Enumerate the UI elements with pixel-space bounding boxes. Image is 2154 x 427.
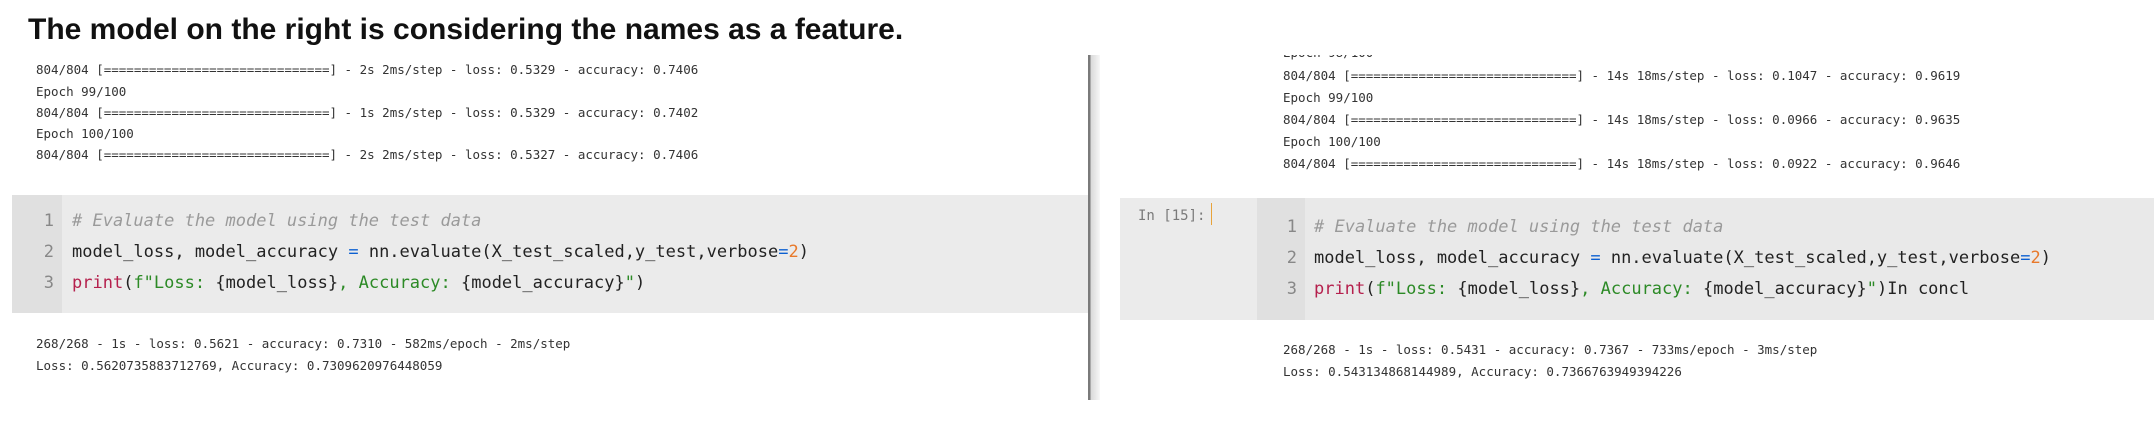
code-text: )In concl [1877, 279, 1970, 299]
page-title: The model on the right is considering th… [28, 13, 904, 46]
code-expression: {model_loss} [1457, 279, 1581, 299]
code-text: model_loss, model_accuracy [72, 242, 349, 262]
code-text: ) [635, 273, 646, 293]
code-string: " [1866, 279, 1877, 299]
code-string: , Accuracy: [1580, 279, 1703, 299]
code-expression: {model_accuracy} [460, 273, 625, 293]
code-string: f"Loss: [1375, 279, 1458, 299]
code-string: " [624, 273, 635, 293]
code-number: 2 [788, 242, 799, 262]
right-partial-output-line: Epoch 98/100 [1283, 55, 1373, 63]
code-comment: # Evaluate the model using the test data [1314, 217, 1724, 237]
left-notebook-panel: 804/804 [==============================]… [0, 55, 1088, 400]
line-number: 3 [1286, 279, 1297, 299]
code-text: model_loss, model_accuracy [1314, 248, 1591, 268]
line-number: 2 [43, 242, 54, 262]
code-string: , Accuracy: [338, 273, 461, 293]
code-operator: = [1590, 248, 1601, 268]
right-training-output-line: 804/804 [==============================]… [1283, 156, 1961, 171]
code-operator: = [348, 242, 359, 262]
code-text: ( [123, 273, 134, 293]
panel-divider [1088, 55, 1100, 400]
left-training-output-line: Epoch 99/100 [36, 84, 127, 99]
right-notebook-panel: Epoch 98/100 804/804 [==================… [1100, 55, 2154, 400]
left-training-output-line: Epoch 100/100 [36, 126, 134, 141]
code-text: ) [798, 242, 809, 262]
right-training-output-line: 804/804 [==============================]… [1283, 68, 1961, 83]
right-training-output-line: 804/804 [==============================]… [1283, 112, 1961, 127]
line-number: 1 [1286, 217, 1297, 237]
code-expression: {model_loss} [215, 273, 339, 293]
left-training-output-line: 804/804 [==============================]… [36, 147, 699, 162]
code-text: ( [1365, 279, 1376, 299]
right-training-output-line: Epoch 99/100 [1283, 90, 1374, 105]
code-text: nn.evaluate(X_test_scaled,y_test,verbose [358, 242, 779, 262]
code-comment: # Evaluate the model using the test data [72, 211, 482, 231]
code-operator: = [2020, 248, 2031, 268]
code-line-2[interactable]: model_loss, model_accuracy = nn.evaluate… [72, 237, 809, 268]
text-cursor [1211, 203, 1212, 225]
code-line-3[interactable]: print(f"Loss: {model_loss}, Accuracy: {m… [1314, 274, 1969, 305]
code-line-2[interactable]: model_loss, model_accuracy = nn.evaluate… [1314, 243, 2051, 274]
line-number: 3 [43, 273, 54, 293]
code-operator: = [778, 242, 789, 262]
code-text: nn.evaluate(X_test_scaled,y_test,verbose [1600, 248, 2021, 268]
code-line-3[interactable]: print(f"Loss: {model_loss}, Accuracy: {m… [72, 268, 645, 299]
right-eval-output-line: 268/268 - 1s - loss: 0.5431 - accuracy: … [1283, 342, 1818, 357]
code-expression: {model_accuracy} [1702, 279, 1867, 299]
code-string: f"Loss: [133, 273, 216, 293]
code-keyword: print [1314, 279, 1366, 299]
left-training-output-line: 804/804 [==============================]… [36, 62, 699, 77]
code-line-1[interactable]: # Evaluate the model using the test data [1314, 212, 1723, 243]
right-training-output-line: Epoch 100/100 [1283, 134, 1381, 149]
right-eval-output-line: Loss: 0.543134868144989, Accuracy: 0.736… [1283, 364, 1682, 379]
line-number: 2 [1286, 248, 1297, 268]
line-number: 1 [43, 211, 54, 231]
code-line-1[interactable]: # Evaluate the model using the test data [72, 206, 481, 237]
code-text: ) [2040, 248, 2051, 268]
left-eval-output-line: Loss: 0.5620735883712769, Accuracy: 0.73… [36, 358, 443, 373]
left-eval-output-line: 268/268 - 1s - loss: 0.5621 - accuracy: … [36, 336, 571, 351]
code-keyword: print [72, 273, 124, 293]
code-number: 2 [2030, 248, 2041, 268]
left-training-output-line: 804/804 [==============================]… [36, 105, 699, 120]
cell-prompt: In [15]: [1138, 208, 1206, 224]
